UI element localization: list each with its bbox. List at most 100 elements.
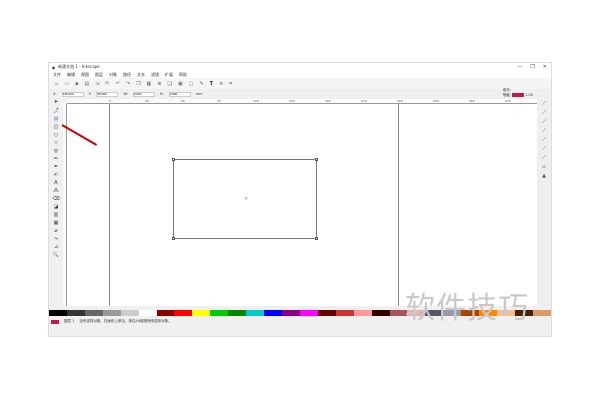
snap-nodes-icon[interactable]: ⟋ <box>542 119 546 125</box>
palette-swatch[interactable] <box>210 310 229 316</box>
palette-swatch[interactable] <box>84 310 103 316</box>
text-tool-icon[interactable]: A <box>54 180 57 186</box>
resize-handle[interactable] <box>315 158 318 161</box>
y-field[interactable] <box>96 91 119 97</box>
menu-filters[interactable]: 滤镜 <box>151 72 159 78</box>
export-icon[interactable]: ⇱ <box>105 81 109 87</box>
resize-handle[interactable] <box>172 237 175 240</box>
palette-swatch[interactable] <box>228 310 247 316</box>
snap-bbox-icon[interactable]: ⟋ <box>542 110 546 116</box>
measure-tool-icon[interactable]: ⊿ <box>54 244 58 250</box>
dropper-tool-icon[interactable]: ⌀ <box>54 228 57 234</box>
palette-swatch[interactable] <box>264 310 282 316</box>
stroke-swatch[interactable] <box>512 93 525 97</box>
palette-swatch[interactable] <box>174 310 193 316</box>
calligraphy-tool-icon[interactable]: ✍ <box>54 172 58 178</box>
menu-path[interactable]: 路径 <box>123 72 131 78</box>
minimize-button[interactable]: — <box>517 64 522 70</box>
menu-file[interactable]: 文件 <box>53 72 61 78</box>
connector-tool-icon[interactable]: ⤳ <box>54 236 58 242</box>
open-icon[interactable]: ▭ <box>64 81 69 87</box>
snap-guide-icon[interactable]: ⟋ <box>542 155 546 161</box>
menu-text[interactable]: 文本 <box>137 72 145 78</box>
zoom-icon[interactable]: ⊕ <box>157 81 161 87</box>
palette-swatch[interactable] <box>335 310 354 316</box>
save-icon[interactable]: ▪ <box>75 81 78 87</box>
snap-midpoint-icon[interactable]: ⟋ <box>542 137 546 143</box>
menu-object[interactable]: 对象 <box>109 72 117 78</box>
palette-swatch[interactable] <box>371 310 390 316</box>
palette-swatch[interactable] <box>156 310 175 316</box>
selector-tool-icon[interactable]: ➤ <box>54 99 58 105</box>
snap-toggle-icon[interactable]: ⟋ <box>542 101 546 107</box>
node-tool-icon[interactable]: ⤴ <box>53 107 58 114</box>
spiral-tool-icon[interactable]: ◎ <box>54 148 58 154</box>
copy-icon[interactable]: ❐ <box>136 81 140 87</box>
palette-swatch[interactable] <box>102 310 121 316</box>
pencil-tool-icon[interactable]: ✏ <box>54 156 58 162</box>
rectangle-object[interactable]: × <box>172 158 318 240</box>
close-button[interactable]: ✕ <box>543 64 547 70</box>
drawing-canvas[interactable]: × <box>67 104 537 306</box>
w-field[interactable] <box>132 91 155 97</box>
rect-tool-icon[interactable]: ▭ <box>53 116 59 122</box>
palette-swatch[interactable] <box>246 310 265 316</box>
mesh-tool-icon[interactable]: ▦ <box>54 220 59 226</box>
palette-swatch[interactable] <box>299 310 318 316</box>
menu-layer[interactable]: 图层 <box>95 72 103 78</box>
snap-center-icon[interactable]: ⟋ <box>542 146 546 152</box>
duplicate-icon[interactable]: ❏ <box>167 81 171 87</box>
palette-swatch[interactable] <box>120 310 139 316</box>
menu-help[interactable]: 帮助 <box>179 72 187 78</box>
gradient-tool-icon[interactable]: ▥ <box>54 212 59 218</box>
fill-stroke-icon[interactable]: ✎ <box>199 81 203 87</box>
palette-swatch[interactable] <box>138 310 157 316</box>
ellipse-tool-icon[interactable]: ○ <box>54 132 58 138</box>
stroke-label: 笔触: <box>502 93 511 97</box>
h-field[interactable] <box>168 91 191 97</box>
palette-swatch[interactable] <box>66 310 85 316</box>
eraser-tool-icon[interactable]: ⌫ <box>52 196 59 202</box>
fill-swatch[interactable] <box>51 319 59 324</box>
palette-swatch[interactable] <box>281 310 300 316</box>
text-icon[interactable]: T <box>210 81 213 87</box>
fill-stroke-indicator[interactable]: 填充: 笔触: 1.00 <box>503 88 533 98</box>
spray-tool-icon[interactable]: ⁂ <box>54 188 59 194</box>
paste-icon[interactable]: ▦ <box>147 81 152 87</box>
print-icon[interactable]: ▤ <box>85 81 90 87</box>
redo-icon[interactable]: ↷ <box>126 81 130 87</box>
import-icon[interactable]: ⇲ <box>95 81 99 87</box>
menu-view[interactable]: 视图 <box>81 72 89 78</box>
menu-extensions[interactable]: 扩展 <box>165 72 173 78</box>
palette-swatch[interactable] <box>353 310 372 316</box>
unit-select[interactable]: mm <box>196 92 203 96</box>
align-icon[interactable]: ≡ <box>219 81 223 87</box>
h-label: H: <box>159 92 164 96</box>
pen-tool-icon[interactable]: ✒ <box>54 164 58 170</box>
3d-box-tool-icon[interactable]: ◫ <box>54 124 59 130</box>
snap-grid-icon[interactable]: ▲ <box>542 173 546 179</box>
xml-editor-icon[interactable]: ⌗ <box>229 81 232 87</box>
maximize-button[interactable]: ❐ <box>530 64 534 70</box>
new-icon[interactable]: ▫ <box>55 81 58 87</box>
menu-edit[interactable]: 编辑 <box>67 72 75 78</box>
ungroup-icon[interactable]: ▢ <box>189 81 194 87</box>
palette-swatch[interactable] <box>532 310 551 316</box>
ruler-tick-label: 150 <box>325 99 331 103</box>
zoom-tool-icon[interactable]: 🔍 <box>53 252 59 258</box>
palette-swatch[interactable] <box>192 310 211 316</box>
resize-handle[interactable] <box>315 237 318 240</box>
snap-path-icon[interactable]: ⟋ <box>542 128 546 134</box>
undo-icon[interactable]: ↶ <box>116 81 120 87</box>
x-field[interactable] <box>61 91 84 97</box>
palette-swatch[interactable] <box>49 310 67 316</box>
resize-handle[interactable] <box>172 158 175 161</box>
star-tool-icon[interactable]: ☆ <box>54 140 58 146</box>
y-label: Y: <box>88 92 92 96</box>
ruler-tick-label: 225 <box>433 99 439 103</box>
bucket-tool-icon[interactable]: ◪ <box>54 204 59 210</box>
palette-swatch[interactable] <box>317 310 336 316</box>
layer-select[interactable]: 图层 1 <box>64 319 74 324</box>
group-icon[interactable]: ▣ <box>178 81 183 87</box>
snap-page-icon[interactable]: ▫ <box>542 164 545 170</box>
